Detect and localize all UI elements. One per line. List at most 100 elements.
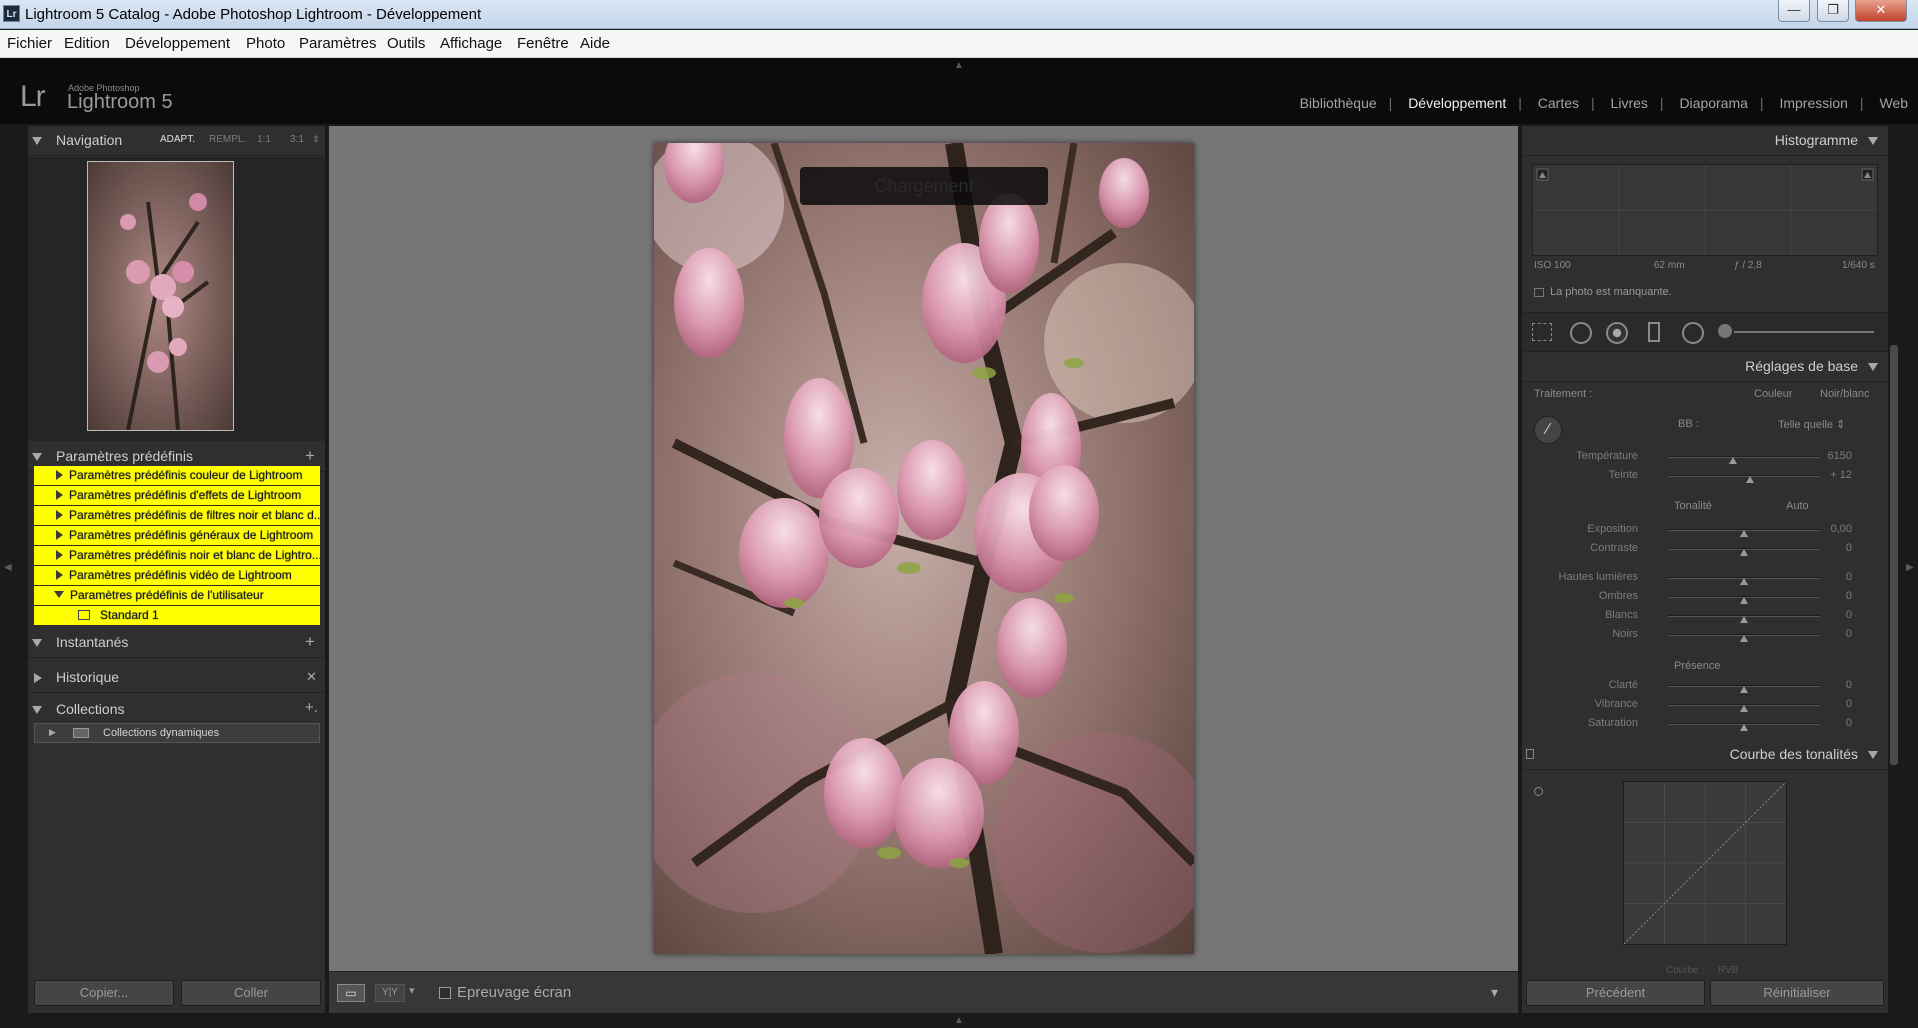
slider-knob[interactable] <box>1740 578 1748 585</box>
navigator-header[interactable]: Navigation ADAPT. REMPL. 1:1 3:1 ⇕ <box>28 126 325 156</box>
collection-item[interactable]: ▶ Collections dynamiques <box>34 723 320 743</box>
slider-value[interactable]: 0 <box>1822 717 1852 729</box>
slider-value[interactable]: 0 <box>1822 571 1852 583</box>
preset-folder[interactable]: Paramètres prédéfinis vidéo de Lightroom <box>34 566 320 585</box>
paste-settings-button[interactable]: Coller <box>181 980 321 1006</box>
slider-knob[interactable] <box>1740 597 1748 604</box>
slider-knob[interactable] <box>1740 724 1748 731</box>
wb-value[interactable]: Telle quelle ⇕ <box>1778 418 1845 431</box>
history-header[interactable]: Historique ✕ <box>28 663 325 693</box>
preset-folder[interactable]: Paramètres prédéfinis de filtres noir et… <box>34 506 320 525</box>
module-bibliotheque[interactable]: Bibliothèque <box>1300 95 1377 111</box>
treatment-bw-option[interactable]: Noir/blanc <box>1820 388 1870 400</box>
collapse-left-icon[interactable]: ◀ <box>4 562 12 573</box>
clear-history-icon[interactable]: ✕ <box>306 669 317 685</box>
preset-item[interactable]: Standard 1 <box>34 606 320 625</box>
module-livres[interactable]: Livres <box>1611 95 1648 111</box>
collapse-top-icon[interactable]: ▲ <box>954 60 964 71</box>
slider-knob[interactable] <box>1729 457 1738 464</box>
slider-value[interactable]: 0 <box>1822 628 1852 640</box>
red-eye-tool-icon[interactable] <box>1606 322 1628 344</box>
panel-switch-icon[interactable] <box>1526 749 1534 759</box>
soft-proofing-checkbox[interactable] <box>439 987 451 999</box>
radial-filter-tool-icon[interactable] <box>1682 322 1704 344</box>
spot-removal-tool-icon[interactable] <box>1570 322 1592 344</box>
menu-edition[interactable]: Edition <box>64 35 110 52</box>
slider-value[interactable]: 0 <box>1822 609 1852 621</box>
copy-settings-button[interactable]: Copier... <box>34 980 174 1006</box>
preset-folder[interactable]: Paramètres prédéfinis noir et blanc de L… <box>34 546 320 565</box>
previous-button[interactable]: Précédent <box>1526 980 1705 1006</box>
slider-knob[interactable] <box>1740 686 1748 693</box>
main-photo[interactable]: Chargement <box>634 123 1214 956</box>
menu-affichage[interactable]: Affichage <box>440 35 502 52</box>
before-after-button[interactable]: Y|Y <box>375 984 405 1002</box>
graduated-filter-tool-icon[interactable] <box>1648 322 1660 342</box>
preset-folder[interactable]: Paramètres prédéfinis généraux de Lightr… <box>34 526 320 545</box>
right-panel-scrollbar[interactable] <box>1890 345 1898 765</box>
slider-knob[interactable] <box>1740 530 1748 537</box>
crop-tool-icon[interactable] <box>1532 323 1552 341</box>
menu-developpement[interactable]: Développement <box>125 35 230 52</box>
add-snapshot-icon[interactable]: + <box>305 632 315 652</box>
snapshots-header[interactable]: Instantanés + <box>28 628 325 658</box>
menu-fichier[interactable]: Fichier <box>7 35 52 52</box>
zoom-fill-option[interactable]: REMPL. <box>209 134 246 145</box>
eyedropper-icon[interactable]: ⁄ <box>1534 416 1562 444</box>
module-developpement[interactable]: Développement <box>1408 95 1506 111</box>
reset-button[interactable]: Réinitialiser <box>1710 980 1884 1006</box>
zoom-fit-option[interactable]: ADAPT. <box>160 134 195 145</box>
histogram-graph[interactable] <box>1532 164 1878 256</box>
slider-knob[interactable] <box>1740 549 1748 556</box>
zoom-1-1-option[interactable]: 1:1 <box>257 134 271 145</box>
menu-photo[interactable]: Photo <box>246 35 285 52</box>
window-minimize-icon[interactable]: — <box>1778 0 1810 22</box>
auto-tone-button[interactable]: Auto <box>1786 500 1809 512</box>
module-impression[interactable]: Impression <box>1779 95 1847 111</box>
menu-parametres[interactable]: Paramètres <box>299 35 377 52</box>
window-maximize-icon[interactable]: ❐ <box>1817 0 1849 22</box>
zoom-more-icon[interactable]: ⇕ <box>312 134 320 145</box>
target-adjust-icon[interactable] <box>1534 787 1543 796</box>
menu-outils[interactable]: Outils <box>387 35 425 52</box>
module-diaporama[interactable]: Diaporama <box>1679 95 1747 111</box>
window-close-icon[interactable]: ✕ <box>1855 0 1907 22</box>
slider-knob[interactable] <box>1746 476 1755 483</box>
slider-track[interactable] <box>1668 456 1820 458</box>
slider-knob[interactable] <box>1740 705 1748 712</box>
navigator-thumbnail[interactable] <box>87 161 234 431</box>
zoom-3-1-option[interactable]: 3:1 <box>290 134 304 145</box>
add-collection-icon[interactable]: +. <box>305 699 318 716</box>
slider-value[interactable]: 0 <box>1822 590 1852 602</box>
preset-folder-user[interactable]: Paramètres prédéfinis de l'utilisateur <box>34 586 320 605</box>
menu-fenetre[interactable]: Fenêtre <box>517 35 569 52</box>
slider-value[interactable]: 0 <box>1822 542 1852 554</box>
slider-value[interactable]: + 12 <box>1822 469 1852 481</box>
preset-folder[interactable]: Paramètres prédéfinis d'effets de Lightr… <box>34 486 320 505</box>
slider-track[interactable] <box>1668 475 1820 477</box>
tone-curve-graph[interactable] <box>1623 781 1787 945</box>
adjustment-brush-tool-icon[interactable] <box>1718 324 1732 338</box>
tool-strip-slider[interactable] <box>1734 331 1874 333</box>
add-preset-icon[interactable]: + <box>305 446 315 466</box>
slider-value[interactable]: 0,00 <box>1822 523 1852 535</box>
module-web[interactable]: Web <box>1879 95 1908 111</box>
treatment-color-option[interactable]: Couleur <box>1754 388 1793 400</box>
before-after-dropdown-icon[interactable]: ▾ <box>409 984 415 997</box>
histogram-header[interactable]: Histogramme <box>1522 126 1888 156</box>
tone-curve-header[interactable]: Courbe des tonalités <box>1522 740 1888 770</box>
curve-channel-value[interactable]: RVB <box>1718 965 1738 976</box>
basic-header[interactable]: Réglages de base <box>1522 352 1888 382</box>
collapse-right-icon[interactable]: ▶ <box>1906 562 1914 573</box>
slider-value[interactable]: 0 <box>1822 679 1852 691</box>
module-cartes[interactable]: Cartes <box>1538 95 1579 111</box>
collections-header[interactable]: Collections +. <box>28 695 325 725</box>
slider-value[interactable]: 0 <box>1822 698 1852 710</box>
toolbar-options-icon[interactable]: ▾ <box>1491 984 1498 1001</box>
collapse-bottom-icon[interactable]: ▲ <box>954 1015 964 1026</box>
loupe-view-button[interactable]: ▭ <box>337 984 365 1002</box>
slider-value[interactable]: 6150 <box>1822 450 1852 462</box>
menu-aide[interactable]: Aide <box>580 35 610 52</box>
slider-knob[interactable] <box>1740 635 1748 642</box>
slider-knob[interactable] <box>1740 616 1748 623</box>
